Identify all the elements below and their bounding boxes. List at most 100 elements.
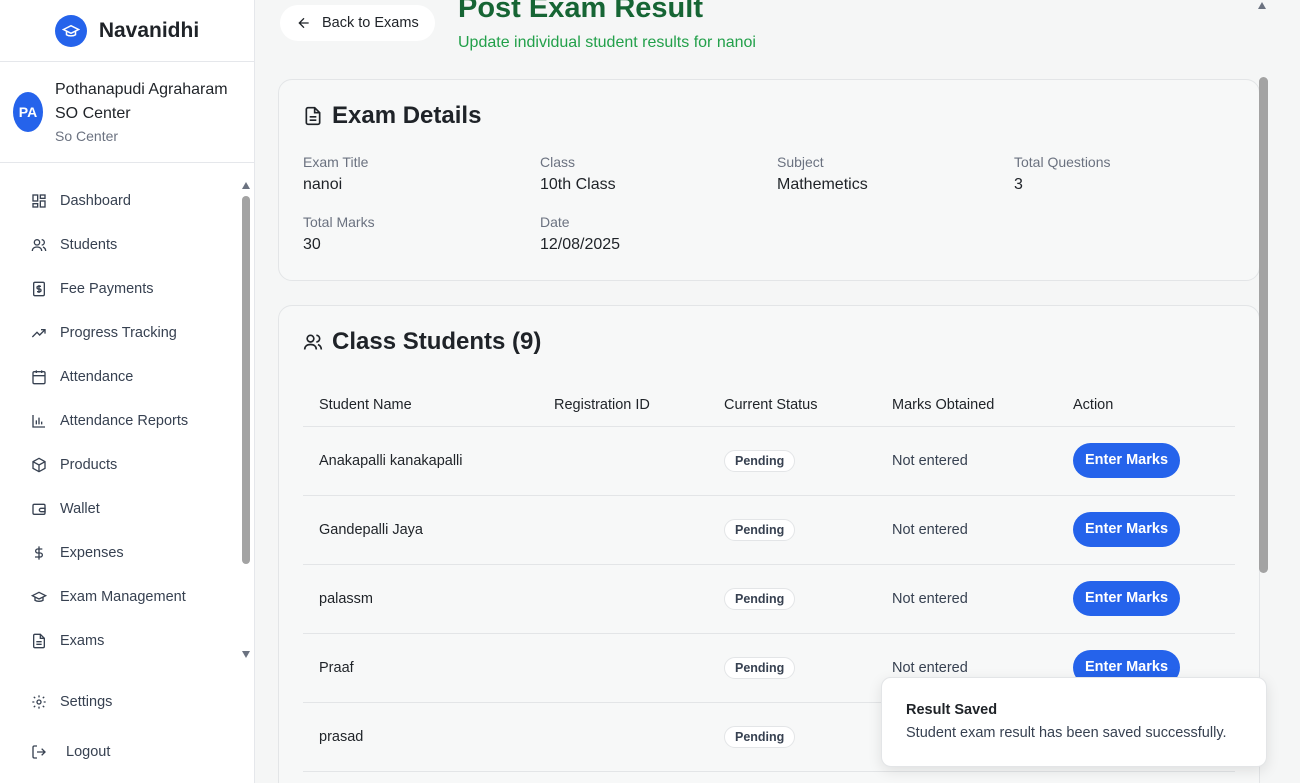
sidebar-item-wallet[interactable]: Wallet	[0, 487, 240, 531]
gear-icon	[32, 695, 46, 709]
sidebar-item-label: Expenses	[60, 545, 124, 561]
sidebar-item-attendance[interactable]: Attendance	[0, 355, 240, 399]
enter-marks-button[interactable]: Enter Marks	[1073, 581, 1181, 616]
class-students-heading: Class Students (9)	[303, 328, 541, 356]
trending-up-icon	[31, 329, 46, 338]
exam-title-field: Exam Title nanoi	[303, 154, 369, 193]
logout-icon	[32, 745, 46, 759]
dollar-icon	[35, 546, 43, 560]
sidebar-item-label: Exam Management	[60, 589, 186, 605]
table-row: Gandepalli Jaya Pending Not entered Ente…	[303, 495, 1235, 565]
column-header: Current Status	[708, 384, 876, 427]
sidebar-item-label: Logout	[66, 744, 111, 760]
avatar: PA	[13, 92, 43, 132]
sidebar-item-label: Fee Payments	[60, 281, 154, 297]
sidebar-item-label: Dashboard	[60, 193, 131, 209]
status-badge: Pending	[724, 449, 796, 472]
enter-marks-button[interactable]: Enter Marks	[1073, 443, 1181, 478]
sidebar-item-label: Exams	[60, 633, 105, 649]
sidebar-item-label: Students	[60, 237, 118, 253]
sidebar-item-settings[interactable]: Settings	[0, 677, 254, 727]
wallet-icon	[32, 503, 46, 515]
table-header-row: Student Name Registration ID Current Sta…	[303, 384, 1235, 427]
registration-id	[538, 702, 708, 772]
receipt-icon	[33, 281, 45, 297]
sidebar-item-progress-tracking[interactable]: Progress Tracking	[0, 311, 240, 355]
sidebar-item-attendance-reports[interactable]: Attendance Reports	[0, 399, 240, 443]
main-scrollbar-thumb[interactable]	[1259, 77, 1268, 573]
marks-obtained: Not entered	[876, 564, 1057, 634]
graduation-cap-logo-icon	[54, 14, 87, 47]
graduation-cap-icon	[31, 591, 47, 602]
sidebar-item-label: Settings	[60, 694, 113, 710]
bar-chart-icon	[32, 415, 45, 428]
back-label: Back to Exams	[322, 15, 419, 31]
scrollbar-thumb[interactable]	[242, 196, 250, 564]
package-icon	[32, 457, 46, 473]
sidebar-item-fee-payments[interactable]: Fee Payments	[0, 267, 240, 311]
marks-obtained: Not entered	[876, 495, 1057, 565]
main-content: Back to Exams Post Exam Result Update in…	[255, 0, 1300, 783]
center-name: Pothanapudi Agraharam SO Center	[55, 81, 228, 122]
column-header: Action	[1057, 384, 1235, 427]
status-badge: Pending	[724, 656, 796, 679]
class-field: Class 10th Class	[540, 154, 616, 193]
arrow-left-icon	[298, 17, 309, 29]
back-to-exams-button[interactable]: Back to Exams	[280, 5, 435, 41]
sidebar: Navanidhi PA Pothanapudi Agraharam SO Ce…	[0, 0, 255, 783]
status-badge: Pending	[724, 725, 796, 748]
sidebar-scrollbar[interactable]	[241, 182, 251, 658]
page-subtitle: Update individual student results for na…	[458, 34, 756, 51]
users-icon	[303, 334, 323, 350]
student-name: Praaf	[303, 633, 538, 703]
table-row: palassm Pending Not entered Enter Marks	[303, 564, 1235, 634]
exam-details-card: Exam Details Exam Title nanoi Class 10th…	[278, 79, 1260, 281]
registration-id	[538, 633, 708, 703]
toast-title: Result Saved	[906, 702, 998, 718]
student-name: prasad	[303, 702, 538, 772]
sidebar-item-exam-management[interactable]: Exam Management	[0, 575, 240, 619]
sidebar-item-label: Wallet	[60, 501, 100, 517]
scroll-down-arrow-icon[interactable]	[242, 651, 250, 658]
main-scrollbar[interactable]	[1258, 77, 1268, 573]
center-info: PA Pothanapudi Agraharam SO Center So Ce…	[0, 62, 254, 163]
scroll-up-arrow-icon[interactable]	[242, 182, 250, 189]
brand-header[interactable]: Navanidhi	[0, 0, 254, 62]
sidebar-nav: Dashboard Students Fee Payments Progress…	[0, 179, 240, 663]
page-title: Post Exam Result	[458, 0, 703, 24]
date-field: Date 12/08/2025	[540, 214, 621, 253]
sidebar-item-label: Attendance	[60, 369, 134, 385]
sidebar-item-dashboard[interactable]: Dashboard	[0, 179, 240, 223]
users-icon	[31, 239, 47, 252]
calendar-icon	[32, 370, 46, 385]
marks-obtained: Not entered	[876, 426, 1057, 496]
column-header: Marks Obtained	[876, 384, 1057, 427]
file-text-icon	[305, 106, 321, 126]
enter-marks-button[interactable]: Enter Marks	[1073, 512, 1181, 547]
sidebar-item-expenses[interactable]: Expenses	[0, 531, 240, 575]
main-scroll-up-arrow-icon[interactable]	[1258, 2, 1266, 9]
sidebar-item-students[interactable]: Students	[0, 223, 240, 267]
registration-id	[538, 564, 708, 634]
column-header: Registration ID	[538, 384, 708, 427]
sidebar-item-label: Products	[60, 457, 118, 473]
sidebar-item-label: Progress Tracking	[60, 325, 177, 341]
sidebar-item-exams[interactable]: Exams	[0, 619, 240, 663]
dashboard-icon	[32, 194, 46, 208]
sidebar-item-products[interactable]: Products	[0, 443, 240, 487]
sidebar-bottom: Settings Logout	[0, 677, 254, 777]
status-badge: Pending	[724, 518, 796, 541]
file-text-icon	[33, 633, 45, 649]
total-questions-field: Total Questions 3	[1014, 154, 1111, 193]
center-role: So Center	[55, 128, 119, 144]
toast-notification[interactable]: Result Saved Student exam result has bee…	[881, 677, 1267, 767]
toast-description: Student exam result has been saved succe…	[906, 725, 1227, 741]
status-badge: Pending	[724, 587, 796, 610]
total-marks-field: Total Marks 30	[303, 214, 375, 253]
table-row: Anakapalli kanakapalli Pending Not enter…	[303, 426, 1235, 496]
sidebar-item-label: Attendance Reports	[60, 413, 189, 429]
subject-field: Subject Mathemetics	[777, 154, 868, 193]
student-name: palassm	[303, 564, 538, 634]
sidebar-item-logout[interactable]: Logout	[0, 727, 254, 777]
registration-id	[538, 426, 708, 496]
